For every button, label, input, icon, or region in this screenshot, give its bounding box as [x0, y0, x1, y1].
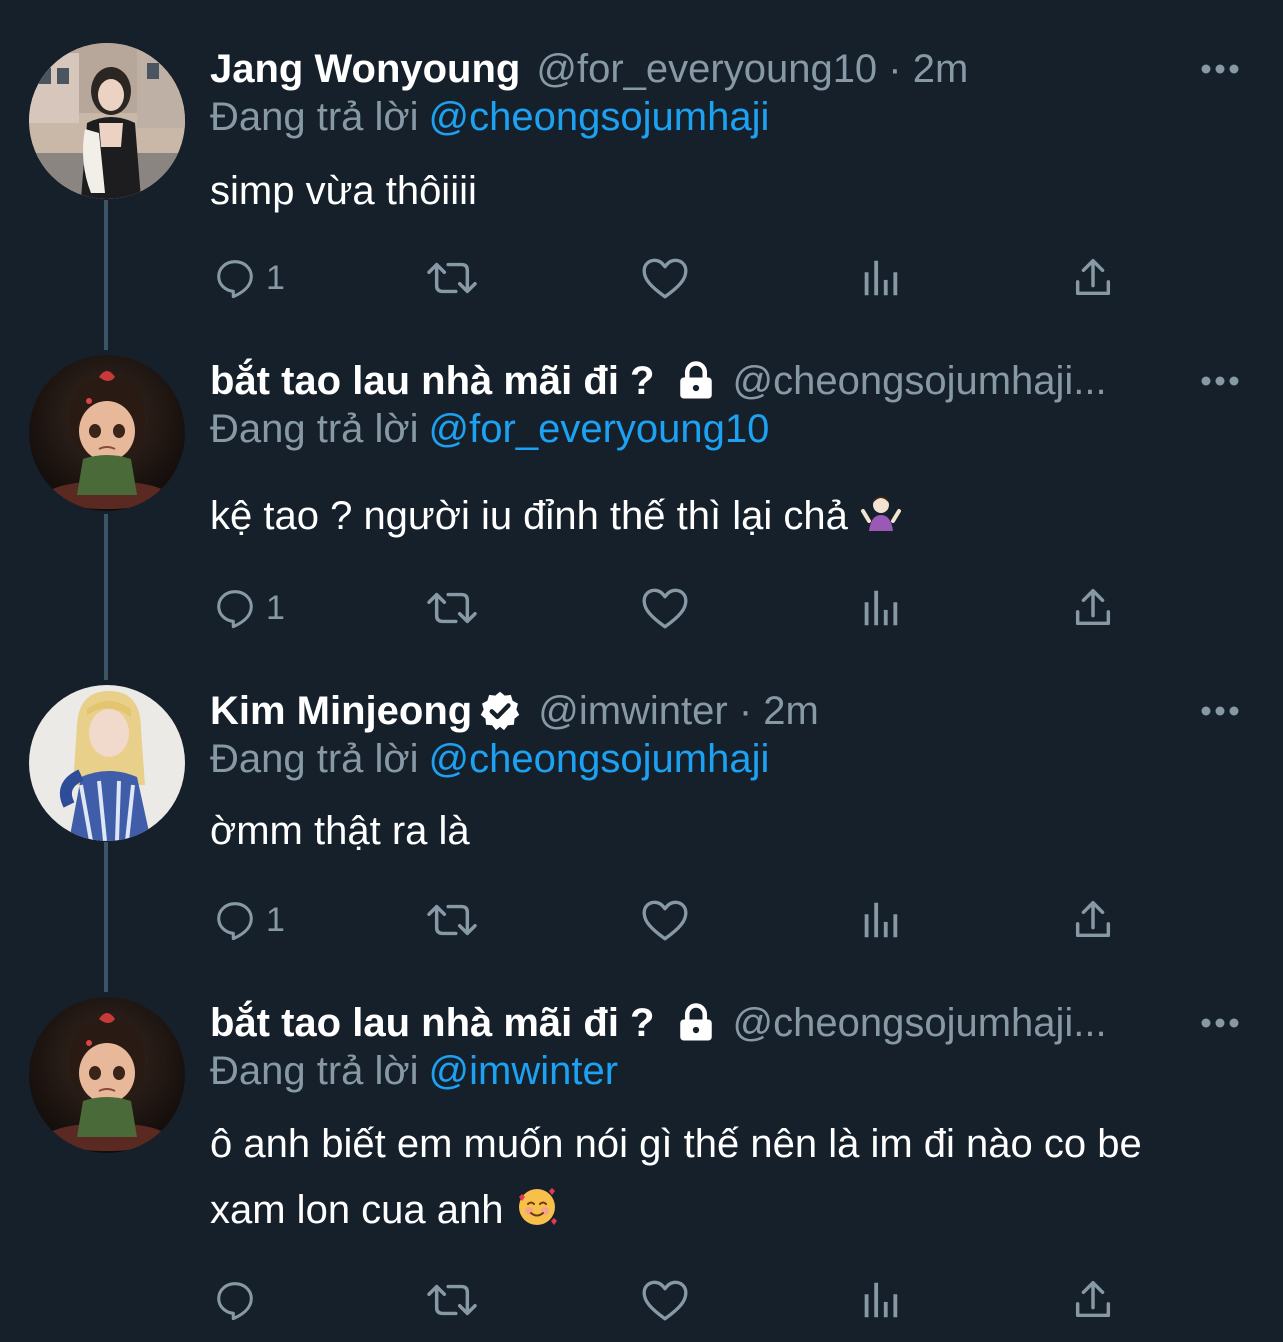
analytics-button[interactable] [858, 583, 902, 633]
replying-to-handle[interactable]: @imwinter [429, 1049, 619, 1093]
retweet-icon [427, 262, 477, 294]
reply-icon [217, 902, 253, 941]
more-options-icon[interactable] [1200, 703, 1240, 719]
lock-icon [675, 1002, 717, 1044]
replying-to: Đang trả lời @cheongsojumhaji [210, 95, 769, 140]
share-button[interactable] [1070, 583, 1116, 633]
tweet-actions: 1 [210, 583, 1130, 633]
replying-to-handle[interactable]: @for_everyoung10 [429, 407, 770, 451]
reply-count: 1 [266, 588, 285, 627]
retweet-icon [427, 592, 477, 624]
retweet-button[interactable] [424, 253, 480, 303]
tweet-text-line: xam lon cua anh [210, 1177, 1260, 1249]
display-name[interactable]: Kim Minjeong [210, 689, 472, 734]
tweet-header: Kim Minjeong @imwinter · 2m [210, 685, 1180, 737]
reply-button[interactable]: 1 [212, 895, 285, 945]
tweet-text: kệ tao ? người iu đỉnh thế thì lại chả [210, 483, 1260, 555]
share-icon [1075, 1281, 1111, 1318]
handle[interactable]: @cheongsojumhaji... [733, 1001, 1107, 1046]
tweet-header: bắt tao lau nhà mãi đi ? @cheongsojumhaj… [210, 355, 1180, 407]
like-button[interactable] [640, 583, 690, 633]
reply-button[interactable]: 1 [212, 583, 285, 633]
verified-badge-icon [478, 689, 522, 733]
replying-to-label: Đang trả lời [210, 407, 419, 451]
analytics-icon [864, 590, 898, 626]
retweet-icon [427, 1284, 477, 1316]
tweet-header: Jang Wonyoung @for_everyoung10 · 2m [210, 43, 1180, 95]
share-icon [1075, 589, 1111, 626]
like-button[interactable] [640, 1275, 690, 1325]
tweet-actions: 1 [210, 253, 1130, 303]
heart-icon [642, 258, 688, 299]
reply-button[interactable]: 1 [212, 253, 285, 303]
tweet-text-line-content: xam lon cua anh [210, 1188, 504, 1232]
smiling-face-with-hearts-emoji [515, 1183, 559, 1249]
tweet-text-line: ô anh biết em muốn nói gì thế nên là im … [210, 1122, 1142, 1166]
avatar[interactable] [29, 685, 185, 841]
tweet[interactable]: Kim Minjeong @imwinter · 2m Đang trả lời… [0, 685, 1283, 985]
replying-to-label: Đang trả lời [210, 95, 419, 139]
reply-count: 1 [266, 900, 285, 939]
replying-to-label: Đang trả lời [210, 1049, 419, 1093]
replying-to: Đang trả lời @for_everyoung10 [210, 407, 769, 452]
handle-and-time[interactable]: @imwinter · 2m [538, 689, 819, 734]
tweet-text: ô anh biết em muốn nói gì thế nên là im … [210, 1111, 1260, 1249]
handle-and-time[interactable]: @for_everyoung10 · 2m [536, 47, 968, 92]
like-button[interactable] [640, 895, 690, 945]
heart-icon [642, 588, 688, 629]
heart-icon [642, 1280, 688, 1321]
retweet-button[interactable] [424, 895, 480, 945]
share-button[interactable] [1070, 895, 1116, 945]
reply-icon [217, 1282, 253, 1321]
display-name[interactable]: Jang Wonyoung [210, 47, 520, 92]
retweet-icon [427, 904, 477, 936]
tweet[interactable]: Jang Wonyoung @for_everyoung10 · 2m Đang… [0, 43, 1283, 343]
replying-to-handle[interactable]: @cheongsojumhaji [429, 95, 770, 139]
display-name[interactable]: bắt tao lau nhà mãi đi ? [210, 359, 655, 404]
tweet-actions [210, 1275, 1130, 1325]
tweet-text-content: ờmm thật ra là [210, 809, 470, 853]
tweet-text: simp vừa thôiiii [210, 158, 1260, 224]
replying-to-label: Đang trả lời [210, 737, 419, 781]
avatar[interactable] [29, 43, 185, 199]
like-button[interactable] [640, 253, 690, 303]
tweet[interactable]: bắt tao lau nhà mãi đi ? @cheongsojumhaj… [0, 355, 1283, 675]
retweet-button[interactable] [424, 583, 480, 633]
analytics-icon [864, 902, 898, 938]
heart-icon [642, 900, 688, 941]
analytics-icon [864, 260, 898, 296]
retweet-button[interactable] [424, 1275, 480, 1325]
share-icon [1075, 259, 1111, 296]
share-icon [1075, 901, 1111, 938]
reply-icon [217, 590, 253, 629]
reply-button[interactable] [212, 1275, 266, 1325]
tweet-text-content: simp vừa thôiiii [210, 169, 477, 213]
share-button[interactable] [1070, 1275, 1116, 1325]
analytics-icon [864, 1282, 898, 1318]
more-options-icon[interactable] [1200, 61, 1240, 77]
avatar[interactable] [29, 355, 185, 511]
tweet-header: bắt tao lau nhà mãi đi ? @cheongsojumhaj… [210, 997, 1180, 1049]
replying-to-handle[interactable]: @cheongsojumhaji [429, 737, 770, 781]
person-shrugging-emoji [859, 489, 903, 555]
analytics-button[interactable] [858, 253, 902, 303]
lock-icon [675, 360, 717, 402]
tweet-text-content: kệ tao ? người iu đỉnh thế thì lại chả [210, 494, 848, 538]
handle[interactable]: @cheongsojumhaji... [733, 359, 1107, 404]
tweet[interactable]: bắt tao lau nhà mãi đi ? @cheongsojumhaj… [0, 997, 1283, 1342]
replying-to: Đang trả lời @imwinter [210, 1049, 618, 1094]
share-button[interactable] [1070, 253, 1116, 303]
more-options-icon[interactable] [1200, 1015, 1240, 1031]
analytics-button[interactable] [858, 895, 902, 945]
more-options-icon[interactable] [1200, 373, 1240, 389]
reply-count: 1 [266, 258, 285, 297]
reply-icon [217, 260, 253, 299]
avatar[interactable] [29, 997, 185, 1153]
display-name[interactable]: bắt tao lau nhà mãi đi ? [210, 1001, 655, 1046]
tweet-text: ờmm thật ra là [210, 798, 1260, 864]
analytics-button[interactable] [858, 1275, 902, 1325]
replying-to: Đang trả lời @cheongsojumhaji [210, 737, 769, 782]
tweet-actions: 1 [210, 895, 1130, 945]
